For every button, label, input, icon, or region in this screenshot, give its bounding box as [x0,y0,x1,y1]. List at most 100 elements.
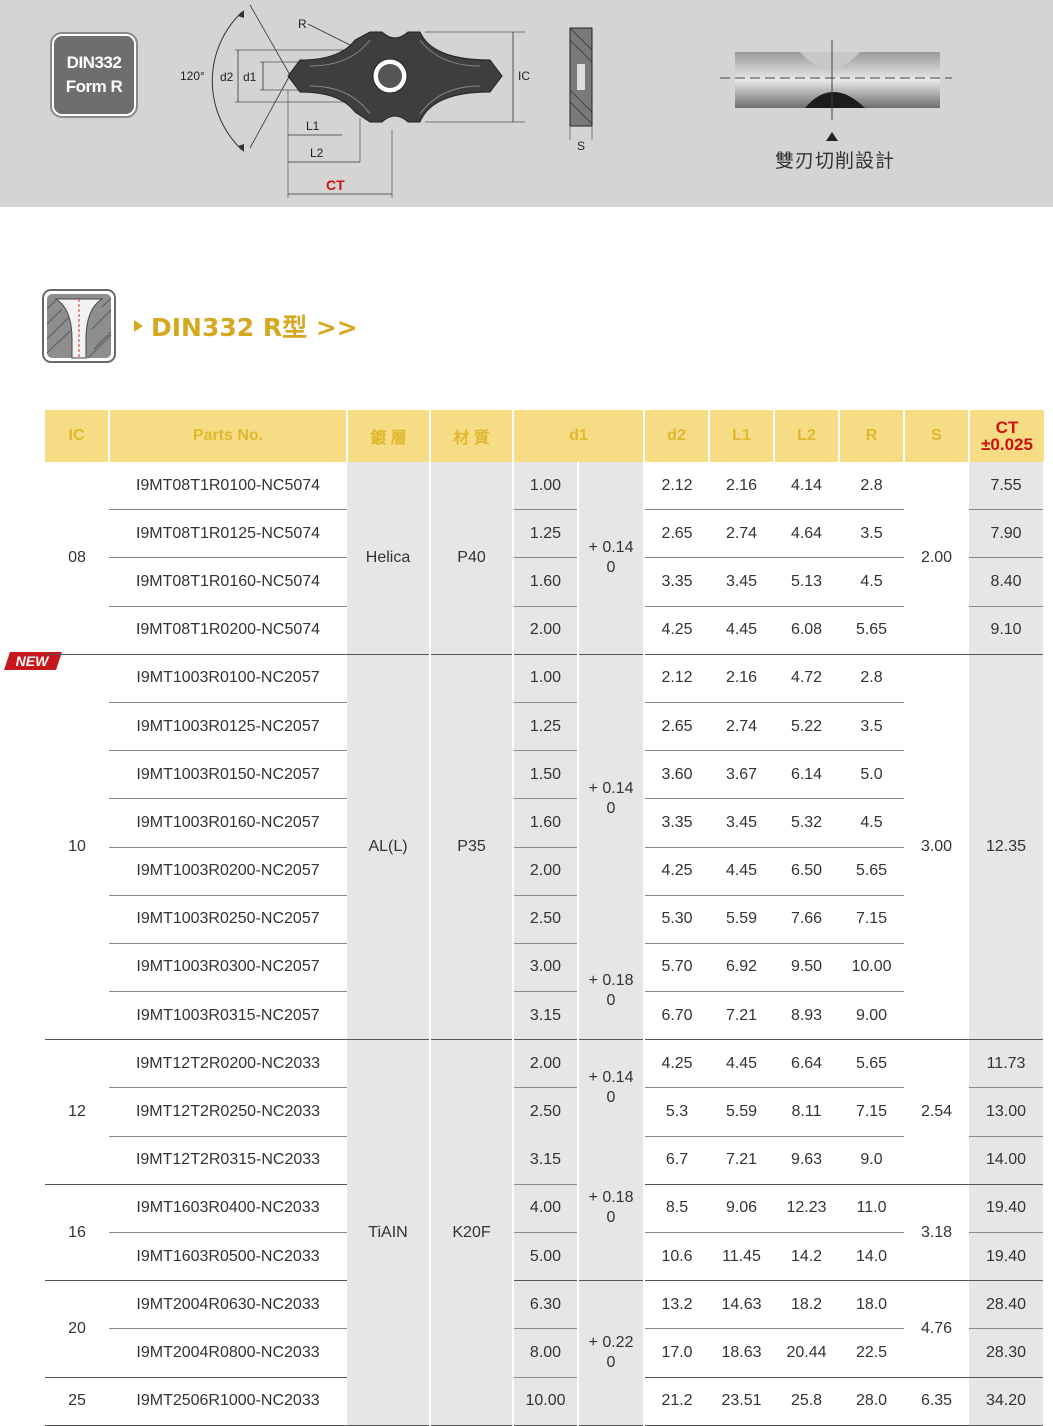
s-cell: 4.76 [904,1280,970,1378]
r-value: 9.00 [855,1006,888,1024]
part-number: I9MT1003R0200-NC2057 [109,847,347,896]
insert-dimension-diagram: 120° d2 d1 R IC L1 L2 CT S [180,4,593,198]
tolerance-minus: 0 [606,558,616,576]
d2-value: 3.35 [644,798,710,848]
table-row: I9MT12T2R0250-NC2033 2.50 5.3 5.59 8.11 7.15 1… [45,1087,1046,1137]
d1-value: 1.60 [513,557,579,607]
d2-value: 2.65 [644,509,710,559]
d2-value: 4.25 [644,847,710,896]
d2-value: 5.3 [644,1087,710,1137]
angle-label: 120° [180,69,205,83]
d1-value: 1.25 [513,509,579,559]
l1-value: 2.74 [709,702,775,752]
d1-tolerance: + 0.18 0 [578,1136,646,1281]
table-row: 20 I9MT2004R0630-NC2033 6.30 + 0.22 0 13.2 14.… [45,1280,1046,1426]
table-row: I9MT1003R0315-NC2057 3.15 6.70 7.21 8.93 9.00 [45,991,1044,1040]
s-cell: 2.54 [904,1039,970,1185]
ct-value: 14.00 [969,1136,1046,1185]
ic-cell: 25 [45,1376,109,1426]
l2-value: 8.93 [790,1006,823,1024]
d1-value: 3.15 [513,1136,579,1185]
d2-value: 3.35 [644,557,710,607]
l1-value: 3.45 [709,798,775,848]
part-number: I9MT1003R0315-NC2057 [136,1006,320,1024]
header-ct-label: CT [995,418,1019,437]
d2-value: 4.25 [661,621,693,639]
table-row: 25 I9MT2506R1000-NC2033 10.00 21.2 23.51 25.8… [45,1376,1046,1426]
table-row: I9MT08T1R0160-NC5074 1.60 3.35 3.45 5.13 4.5 8… [45,557,1046,607]
d2-value: 2.12 [644,653,710,703]
badge-line-1: DIN332 [66,53,122,72]
ct-value: 7.55 [969,462,1046,511]
d1-value: 1.00 [513,653,579,703]
table-row: I9MT1003R0150-NC2057 1.50 3.60 3.67 6.14 5.0 [45,750,1044,800]
d1-value: 4.00 [513,1183,579,1234]
l1-value: 2.74 [709,509,775,559]
coating-cell: TiAIN [347,1039,431,1426]
ic-label: IC [518,69,530,83]
table-row: 10 I9MT1003R0100-NC2057 AL(L) P35 1.00 + 0.14… [45,653,1046,1040]
d1-value: 5.00 [513,1232,579,1281]
tolerance-minus: 0 [606,1353,616,1371]
d2-value: 2.65 [644,702,710,752]
l1-value: 2.16 [709,462,775,511]
r-value: 22.5 [855,1343,888,1361]
pointer-triangle-icon [826,132,838,141]
s-cell: 3.18 [904,1183,970,1281]
ct-value: 28.30 [969,1328,1046,1378]
d2-value: 13.2 [644,1280,710,1330]
r-value: 9.0 [860,1151,883,1169]
header-ic: IC [45,410,110,462]
table-row: I9MT1003R0300-NC2057 3.00 + 0.18 0 5.70 6.92 9… [45,943,1044,1040]
part-number: I9MT12T2R0250-NC2033 [109,1087,347,1137]
d1-value: 2.50 [513,895,579,944]
l2-value: 20.44 [786,1343,827,1361]
l1-value: 11.45 [722,1247,761,1265]
r-value: 5.65 [839,847,905,896]
l1-value: 14.63 [709,1280,775,1330]
part-number: I9MT1603R0400-NC2033 [109,1183,347,1234]
table-row: I9MT08T1R0200-NC5074 2.00 4.25 4.45 6.08 5.65… [45,606,1046,655]
table-header-row: IC Parts No. 鍍 層 材 質 d1 d2 L1 L2 R S CT … [45,410,1045,462]
l1-value: 3.45 [709,557,775,607]
table-row: I9MT1003R0200-NC2057 2.00 4.25 4.45 6.50 5.65 [45,847,1044,896]
s-cell: 6.35 [904,1376,970,1426]
l1-value: 4.45 [725,621,758,639]
tolerance-minus: 0 [606,992,616,1010]
d1-value: 2.00 [513,1039,579,1089]
table-row: 12 I9MT12T2R0200-NC2033 TiAIN K20F 2.00 + 0.1… [45,1039,1046,1426]
play-arrow-icon [134,320,143,332]
d1-value: 1.50 [513,750,579,800]
d1-label: d1 [243,70,257,84]
ic-cell: 10 [45,653,109,1040]
l1-value: 5.59 [709,895,775,944]
r-value: 2.8 [839,653,905,703]
tolerance-minus: 0 [606,1089,616,1107]
r-value: 5.65 [855,621,888,639]
header-s: S [904,410,971,462]
d2-value: 21.2 [644,1376,710,1426]
r-value: 28.0 [839,1376,905,1426]
part-number: I9MT1003R0300-NC2057 [109,943,347,993]
d1-value: 2.00 [513,606,579,655]
ic-cell: 12 [45,1039,109,1185]
parts-table: IC Parts No. 鍍 層 材 質 d1 d2 L1 L2 R S CT … [45,410,1046,1426]
ct-value: 12.35 [969,653,1046,1040]
l2-value: 4.72 [774,653,840,703]
d2-value: 2.12 [644,462,710,511]
d2-value: 3.60 [644,750,710,800]
badge-line-2: Form R [65,77,123,96]
l1-value: 23.51 [709,1376,775,1426]
table-row: I9MT08T1R0125-NC5074 1.25 2.65 2.74 4.64 3.5 7… [45,509,1046,559]
r-value: 10.00 [839,943,905,993]
header-d1: d1 [513,410,646,462]
ct-value: 7.90 [969,509,1046,559]
r-value: 5.65 [839,1039,905,1089]
r-value: 4.5 [839,557,905,607]
coating-cell: Helica [347,462,431,655]
table-row: 08 I9MT08T1R0100-NC5074 Helica P40 1.00 + 0.1… [45,462,1046,655]
d1-value: 2.50 [513,1087,579,1137]
header-parts-no: Parts No. [109,410,348,462]
l2-value: 9.50 [774,943,840,993]
table-row: 16 I9MT1603R0400-NC2033 4.00 8.5 9.06 12.23 11… [45,1183,1046,1281]
